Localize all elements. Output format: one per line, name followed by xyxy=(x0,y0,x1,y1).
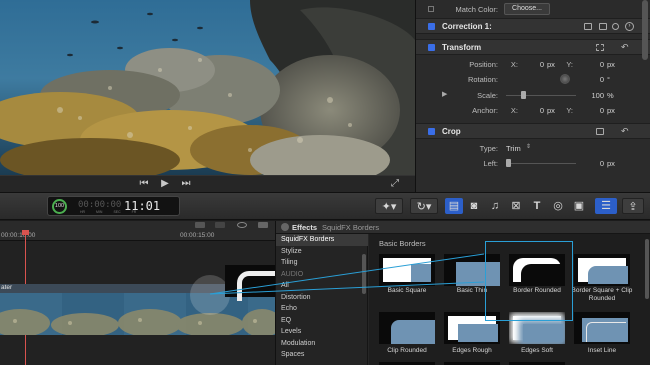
final-cut-window: ⏮ ▶ ⏭ ⤢ Match Color: Choose... Correctio… xyxy=(0,0,650,365)
callout-line xyxy=(209,253,485,295)
